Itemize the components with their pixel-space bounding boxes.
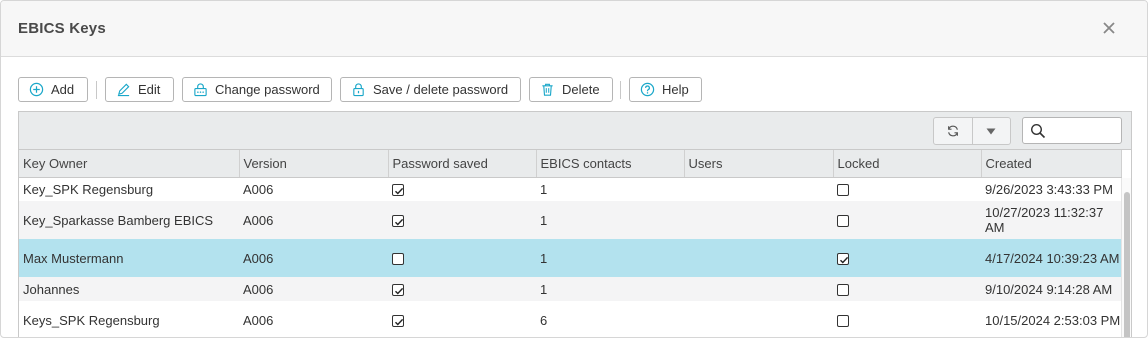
password-saved-checkbox[interactable] — [392, 253, 404, 266]
table-row[interactable]: Key_SPK Regensburg A006 1 9/26/2023 3:43:33… — [19, 177, 1121, 201]
cell-key-owner: Johannes — [19, 277, 239, 301]
keys-grid: Key Owner Version Password saved EBICS c… — [18, 111, 1132, 337]
cell-locked — [833, 277, 981, 301]
cell-password-saved — [388, 177, 536, 201]
dialog-title: EBICS Keys — [18, 20, 106, 37]
column-header-locked[interactable]: Locked — [833, 150, 982, 178]
help-button[interactable]: Help — [629, 77, 702, 102]
cell-created: 10/27/2023 11:32:37 AM — [981, 201, 1121, 239]
password-saved-checkbox[interactable] — [392, 215, 404, 228]
cell-users — [684, 201, 833, 239]
cell-ebics-contacts: 6 — [536, 301, 684, 337]
help-circle-icon — [640, 82, 655, 97]
cell-key-owner: Key_SPK Regensburg — [19, 177, 239, 201]
table-row[interactable]: Max Mustermann A006 1 4/17/2024 10:39:23 AM — [19, 239, 1121, 277]
cell-version: A006 — [239, 201, 388, 239]
cell-key-owner: Key_Sparkasse Bamberg EBICS — [19, 201, 239, 239]
cell-users — [684, 277, 833, 301]
close-icon[interactable] — [1099, 18, 1119, 38]
cell-key-owner: Keys_SPK Regensburg — [19, 301, 239, 337]
edit-button[interactable]: Edit — [105, 77, 174, 102]
cell-ebics-contacts: 1 — [536, 277, 684, 301]
cell-password-saved — [388, 301, 536, 337]
toolbar-divider — [620, 81, 621, 99]
cell-ebics-contacts: 1 — [536, 239, 684, 277]
add-button-label: Add — [51, 82, 75, 97]
keys-table: Key Owner Version Password saved EBICS c… — [19, 150, 1122, 337]
table-row[interactable]: Key_Sparkasse Bamberg EBICS A006 1 10/27/20… — [19, 201, 1121, 239]
ebics-keys-dialog: EBICS Keys Add Edit Change password Save… — [0, 0, 1148, 338]
cell-password-saved — [388, 277, 536, 301]
toolbar-divider — [96, 81, 97, 99]
column-header-password-saved[interactable]: Password saved — [388, 150, 537, 178]
cell-version: A006 — [239, 277, 388, 301]
scrollbar-thumb[interactable] — [1124, 192, 1130, 337]
password-saved-checkbox[interactable] — [392, 284, 404, 297]
cell-users — [684, 301, 833, 337]
cell-users — [684, 239, 833, 277]
lock-icon — [353, 83, 364, 97]
change-password-label: Change password — [215, 82, 320, 97]
help-button-label: Help — [662, 82, 689, 97]
column-header-users[interactable]: Users — [684, 150, 834, 178]
edit-button-label: Edit — [138, 82, 161, 97]
delete-button[interactable]: Delete — [529, 77, 613, 102]
locked-checkbox[interactable] — [837, 253, 849, 266]
cell-key-owner: Max Mustermann — [19, 239, 239, 277]
refresh-button[interactable] — [934, 118, 972, 144]
column-header-version[interactable]: Version — [239, 150, 389, 178]
cell-ebics-contacts: 1 — [536, 201, 684, 239]
cell-created: 9/26/2023 3:43:33 PM — [981, 177, 1121, 201]
password-saved-checkbox[interactable] — [392, 315, 404, 328]
add-button[interactable]: Add — [18, 77, 88, 102]
locked-checkbox[interactable] — [837, 284, 849, 297]
grid-options-dropdown[interactable] — [971, 118, 1011, 144]
table-body: Key_SPK Regensburg A006 1 9/26/2023 3:43:33… — [19, 177, 1121, 337]
delete-button-label: Delete — [562, 82, 600, 97]
caret-down-icon — [986, 128, 996, 134]
table-row[interactable]: Johannes A006 1 9/10/2024 9:14:28 AM — [19, 277, 1121, 301]
cell-locked — [833, 239, 981, 277]
password-saved-checkbox[interactable] — [392, 184, 404, 197]
locked-checkbox[interactable] — [837, 315, 849, 328]
grid-toolbar — [19, 112, 1131, 150]
password-lock-icon — [194, 83, 207, 97]
search-input[interactable] — [1022, 117, 1122, 144]
column-header-created[interactable]: Created — [981, 150, 1122, 178]
trash-icon — [542, 83, 553, 96]
cell-created: 4/17/2024 10:39:23 AM — [981, 239, 1121, 277]
cell-created: 9/10/2024 9:14:28 AM — [981, 277, 1121, 301]
column-header-key-owner[interactable]: Key Owner — [19, 150, 240, 178]
cell-password-saved — [388, 239, 536, 277]
grid-action-group — [933, 117, 1011, 145]
change-password-button[interactable]: Change password — [182, 77, 332, 102]
dialog-titlebar: EBICS Keys — [1, 1, 1147, 57]
cell-locked — [833, 301, 981, 337]
locked-checkbox[interactable] — [837, 215, 849, 228]
table-header-row: Key Owner Version Password saved EBICS c… — [19, 150, 1122, 178]
cell-version: A006 — [239, 239, 388, 277]
plus-circle-icon — [29, 82, 44, 97]
cell-version: A006 — [239, 301, 388, 337]
pencil-icon — [117, 83, 130, 97]
save-delete-password-button[interactable]: Save / delete password — [340, 77, 521, 102]
locked-checkbox[interactable] — [837, 184, 849, 197]
cell-ebics-contacts: 1 — [536, 177, 684, 201]
cell-version: A006 — [239, 177, 388, 201]
cell-created: 10/15/2024 2:53:03 PM — [981, 301, 1121, 337]
cell-locked — [833, 177, 981, 201]
cell-password-saved — [388, 201, 536, 239]
search-icon — [1030, 123, 1046, 139]
table-row[interactable]: Keys_SPK Regensburg A006 6 10/15/2024 2:53:… — [19, 301, 1121, 337]
column-header-ebics-contacts[interactable]: EBICS contacts — [536, 150, 685, 178]
cell-locked — [833, 201, 981, 239]
cell-users — [684, 177, 833, 201]
save-delete-password-label: Save / delete password — [373, 82, 509, 97]
refresh-icon — [947, 125, 958, 137]
vertical-scrollbar[interactable] — [1121, 178, 1131, 337]
